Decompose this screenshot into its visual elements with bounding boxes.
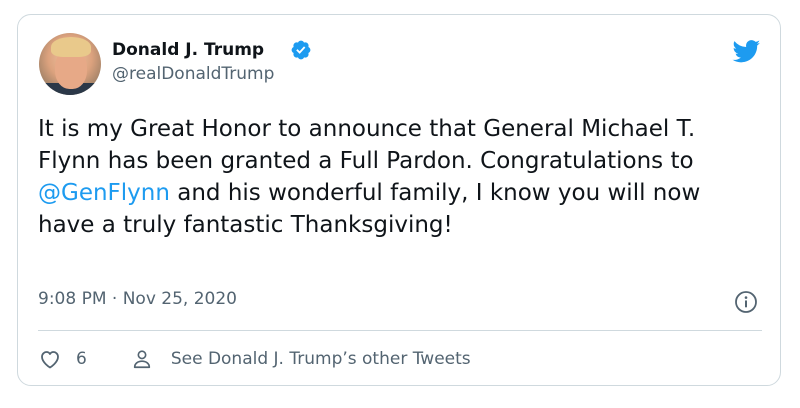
verified-badge-icon [291, 40, 311, 60]
author-avatar[interactable] [39, 33, 101, 95]
tweet-text: It is my Great Honor to announce that Ge… [38, 113, 758, 241]
info-icon[interactable] [734, 290, 758, 314]
author-name[interactable]: Donald J. Trump [112, 40, 264, 60]
person-icon[interactable] [131, 348, 153, 370]
twitter-bird-icon[interactable] [730, 37, 763, 65]
tweet-text-part: It is my Great Honor to announce that Ge… [38, 116, 696, 174]
mention-link[interactable]: @GenFlynn [38, 180, 170, 206]
tweet-timestamp[interactable]: 9:08 PM · Nov 25, 2020 [38, 289, 237, 309]
like-count[interactable]: 6 [76, 349, 87, 369]
heart-icon[interactable] [38, 347, 62, 371]
tweet-card: Donald J. Trump @realDonaldTrump It is m… [17, 14, 781, 386]
tweet-actions: 6 See Donald J. Trump’s other Tweets [38, 345, 471, 373]
see-other-tweets-link[interactable]: See Donald J. Trump’s other Tweets [171, 349, 471, 369]
divider [38, 330, 762, 331]
author-handle[interactable]: @realDonaldTrump [112, 64, 274, 84]
